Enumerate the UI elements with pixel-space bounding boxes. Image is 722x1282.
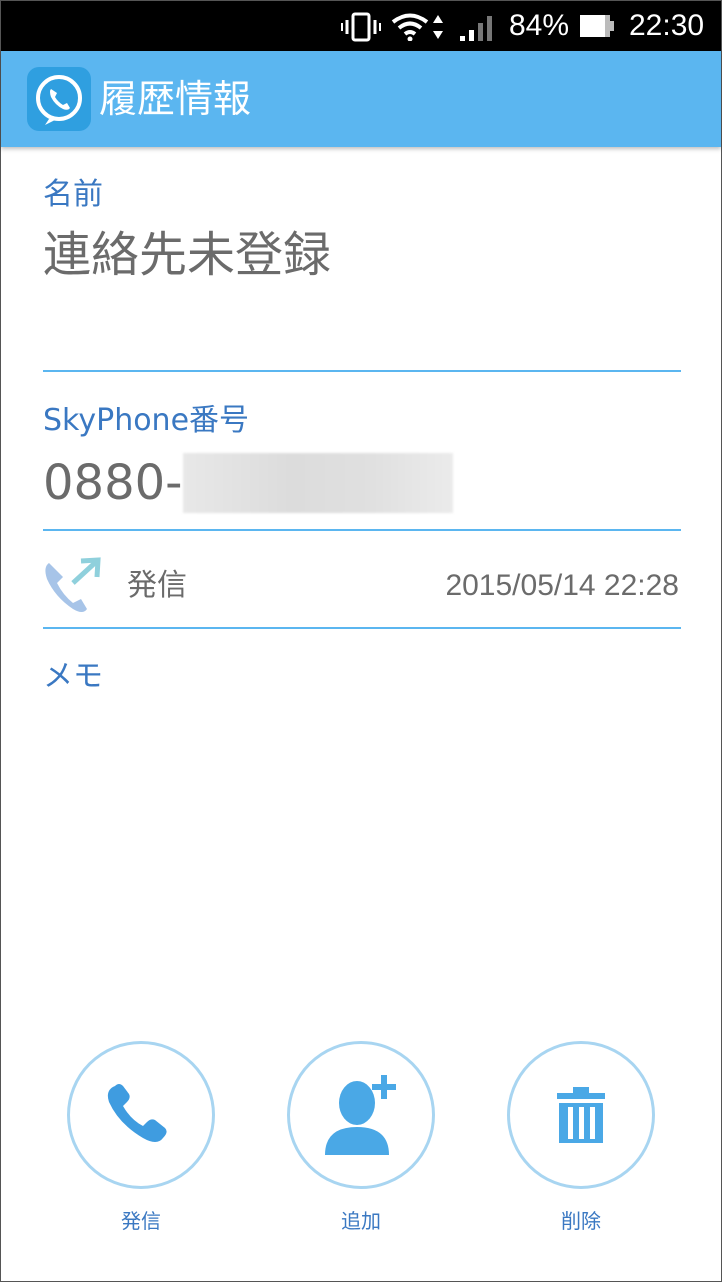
name-value: 連絡先未登録 <box>43 227 332 283</box>
divider <box>43 370 681 372</box>
battery-percent: 84% <box>509 9 570 42</box>
phone-icon <box>107 1084 167 1142</box>
wifi-icon <box>391 13 429 45</box>
add-contact-button-label: 追加 <box>341 1209 381 1233</box>
name-label: 名前 <box>43 177 103 212</box>
call-datetime: 2015/05/14 22:28 <box>445 569 679 602</box>
call-button[interactable] <box>67 1041 215 1189</box>
call-type: 発信 <box>127 568 187 603</box>
cell-signal-icon <box>459 14 495 46</box>
app-bar: 履歴情報 <box>1 51 721 147</box>
outgoing-call-icon <box>41 557 103 619</box>
call-button-label: 発信 <box>121 1209 161 1233</box>
delete-button[interactable] <box>507 1041 655 1189</box>
vibrate-icon <box>341 12 381 46</box>
status-bar: 84% 22:30 <box>1 1 721 51</box>
redacted-number <box>183 453 453 513</box>
divider <box>43 627 681 629</box>
add-contact-button[interactable] <box>287 1041 435 1189</box>
memo-label: メモ <box>43 659 103 694</box>
data-activity-icon <box>432 13 444 45</box>
status-time: 22:30 <box>629 9 705 42</box>
add-contact-icon <box>325 1075 396 1155</box>
delete-button-label: 削除 <box>561 1209 601 1233</box>
trash-icon <box>557 1087 605 1143</box>
phone-bubble-icon <box>27 67 91 131</box>
divider <box>43 529 681 531</box>
page-title: 履歴情報 <box>99 77 252 121</box>
battery-icon <box>579 11 617 45</box>
number-value: 0880- <box>43 455 183 511</box>
number-label: SkyPhone番号 <box>43 403 250 438</box>
